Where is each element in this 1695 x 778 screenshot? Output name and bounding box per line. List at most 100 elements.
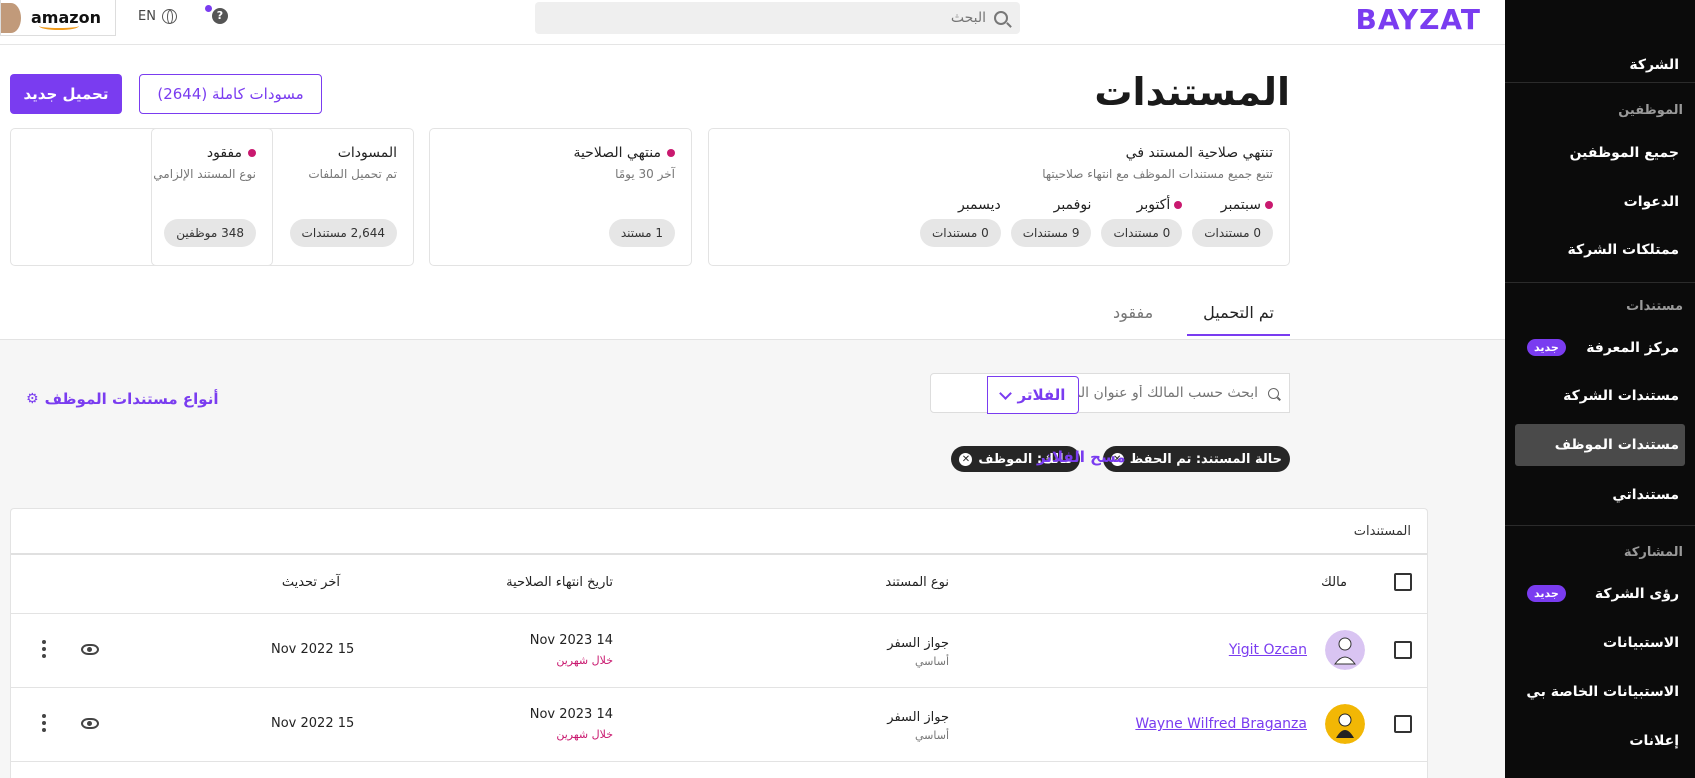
sidebar-item-company-assets[interactable]: ممتلكات الشركة: [1515, 229, 1685, 271]
sidebar-item-my-documents[interactable]: مستنداتي: [1515, 474, 1685, 516]
month-count-pill[interactable]: 9 مستندات: [1010, 219, 1092, 247]
sidebar-item-employee-documents[interactable]: مستندات الموظف: [1515, 424, 1685, 466]
expired-count-pill[interactable]: 1 مستند: [608, 219, 675, 247]
globe-icon: [161, 9, 177, 24]
eye-icon[interactable]: [81, 644, 99, 655]
status-dot: [1265, 201, 1273, 209]
drafts-count-pill[interactable]: 2,644 مستندات: [289, 219, 397, 247]
select-all-checkbox[interactable]: [1394, 573, 1412, 591]
filters-button[interactable]: الفلاتر: [987, 376, 1079, 414]
expiry-note: خلال شهرين: [556, 654, 613, 667]
missing-card-title: مفقود: [206, 145, 242, 161]
owner-link[interactable]: Wayne Wilfred Braganza: [1135, 716, 1307, 732]
new-badge: جديد: [1527, 585, 1566, 602]
search-icon: [1268, 387, 1279, 399]
sidebar-section-employees: الموظفين: [1618, 103, 1683, 118]
month-november: نوفمبر 9 مستندات: [1010, 197, 1092, 247]
month-count-pill[interactable]: 0 مستندات: [919, 219, 1001, 247]
upload-new-button[interactable]: تحميل جديد: [10, 74, 122, 114]
header-last-updated[interactable]: آخر تحديث: [282, 575, 340, 590]
drafts-card-subtitle: تم تحميل الملفات: [308, 167, 397, 181]
language-switcher[interactable]: EN: [138, 9, 177, 24]
month-december: ديسمبر 0 مستندات: [919, 197, 1001, 247]
sidebar-section-engagement: المشاركة: [1623, 545, 1683, 560]
sidebar-section-documents: مستندات: [1626, 299, 1683, 314]
more-options-icon[interactable]: [42, 640, 46, 658]
month-september: سبتمبر 0 مستندات: [1192, 197, 1273, 247]
expiry-note: خلال شهرين: [556, 728, 613, 741]
sidebar-item-company[interactable]: الشركة: [1515, 44, 1685, 86]
new-badge: جديد: [1527, 339, 1566, 356]
row-checkbox[interactable]: [1394, 641, 1412, 659]
sidebar-item-my-surveys[interactable]: الاستبيانات الخاصة بي: [1515, 671, 1685, 713]
header-expiry-date[interactable]: تاريخ انتهاء الصلاحية: [506, 575, 613, 590]
status-dot: [1174, 201, 1183, 209]
filter-chip-status[interactable]: حالة المستند: تم الحفظ ✕: [1102, 446, 1290, 472]
sidebar: الشركة الموظفين جميع الموظفين الدعوات مم…: [1505, 0, 1695, 778]
owner-avatar[interactable]: [1325, 630, 1365, 670]
status-dot: [248, 149, 256, 157]
help-icon[interactable]: ?: [212, 8, 228, 24]
employee-document-types-link[interactable]: أنواع مستندات الموظف ⚙: [26, 390, 218, 408]
user-avatar[interactable]: [1, 2, 21, 33]
page-title: المستندات: [1094, 70, 1290, 114]
clear-filters-link[interactable]: مسح الفلاتر: [1037, 448, 1126, 466]
expiry-date: 14 Nov 2023: [529, 633, 613, 648]
sidebar-item-invitations[interactable]: الدعوات: [1515, 181, 1685, 223]
sidebar-item-knowledge-center[interactable]: مركز المعرفة جديد: [1515, 327, 1685, 369]
company-logo: amazon: [31, 8, 101, 30]
more-options-icon[interactable]: [42, 714, 46, 732]
document-type: جواز السفر: [887, 636, 949, 651]
company-switcher[interactable]: amazon: [0, 0, 116, 36]
sidebar-item-all-employees[interactable]: جميع الموظفين: [1515, 132, 1685, 174]
sidebar-divider: [1505, 282, 1695, 283]
eye-icon[interactable]: [81, 718, 99, 729]
top-bar: BAYZAT ? EN amazon: [0, 0, 1505, 45]
month-october: أكتوبر 0 مستندات: [1101, 197, 1183, 247]
document-tabs: تم التحميل مفقود: [1097, 303, 1290, 336]
tab-missing[interactable]: مفقود: [1097, 303, 1169, 336]
global-search[interactable]: [535, 2, 1020, 34]
month-count-pill[interactable]: 0 مستندات: [1101, 219, 1183, 247]
expired-card: منتهي الصلاحية آخر 30 يومًا 1 مستند: [429, 128, 692, 266]
document-subtype: أساسي: [914, 655, 949, 668]
sidebar-item-company-documents[interactable]: مستندات الشركة: [1515, 375, 1685, 417]
sidebar-divider: [1505, 525, 1695, 526]
expired-card-subtitle: آخر 30 يومًا: [615, 167, 675, 181]
tab-uploaded[interactable]: تم التحميل: [1187, 303, 1290, 336]
sidebar-item-surveys[interactable]: الاستبيانات: [1515, 622, 1685, 664]
expiry-months: سبتمبر 0 مستندات أكتوبر 0 مستندات نوفمبر…: [919, 197, 1273, 247]
owner-avatar[interactable]: [1325, 704, 1365, 744]
bayzat-logo[interactable]: BAYZAT: [1355, 3, 1481, 36]
sidebar-item-company-insights[interactable]: رؤى الشركة جديد: [1515, 573, 1685, 615]
expiry-card: تنتهي صلاحية المستند في تتبع جميع مستندا…: [708, 128, 1290, 266]
expiry-card-subtitle: تتبع جميع مستندات الموظف مع انتهاء صلاحي…: [1042, 167, 1273, 181]
header-owner[interactable]: مالك: [1321, 575, 1347, 590]
document-subtype: أساسي: [914, 729, 949, 742]
missing-card: مفقود نوع المستند الإلزامي 348 موظفين: [10, 128, 273, 266]
document-type: جواز السفر: [887, 710, 949, 725]
owner-link[interactable]: Yigit Ozcan: [1229, 642, 1307, 658]
expiry-date: 14 Nov 2023: [529, 707, 613, 722]
month-count-pill[interactable]: 0 مستندات: [1192, 219, 1273, 247]
table-caption: المستندات: [1353, 524, 1411, 539]
expired-card-title: منتهي الصلاحية: [573, 145, 661, 161]
search-icon: [994, 11, 1008, 25]
row-checkbox[interactable]: [1394, 715, 1412, 733]
sidebar-item-announcements[interactable]: إعلانات: [1515, 720, 1685, 762]
document-search-input[interactable]: [938, 385, 1258, 401]
header-document-type[interactable]: نوع المستند: [885, 575, 949, 590]
documents-table: المستندات مالك نوع المستند تاريخ انتهاء …: [10, 508, 1428, 778]
missing-count-pill[interactable]: 348 موظفين: [164, 219, 256, 247]
drafts-card-title: المسودات: [337, 145, 397, 161]
status-dot: [667, 149, 675, 157]
notification-dot: [205, 5, 212, 12]
expiry-card-title: تنتهي صلاحية المستند في: [1125, 145, 1273, 161]
last-updated: 15 Nov 2022: [271, 642, 355, 657]
last-updated: 15 Nov 2022: [271, 716, 355, 731]
language-label: EN: [138, 9, 156, 24]
complete-drafts-button[interactable]: مسودات كاملة (2644): [139, 74, 322, 114]
document-search[interactable]: [930, 373, 1290, 413]
close-icon[interactable]: ✕: [959, 452, 973, 466]
global-search-input[interactable]: [586, 10, 986, 26]
